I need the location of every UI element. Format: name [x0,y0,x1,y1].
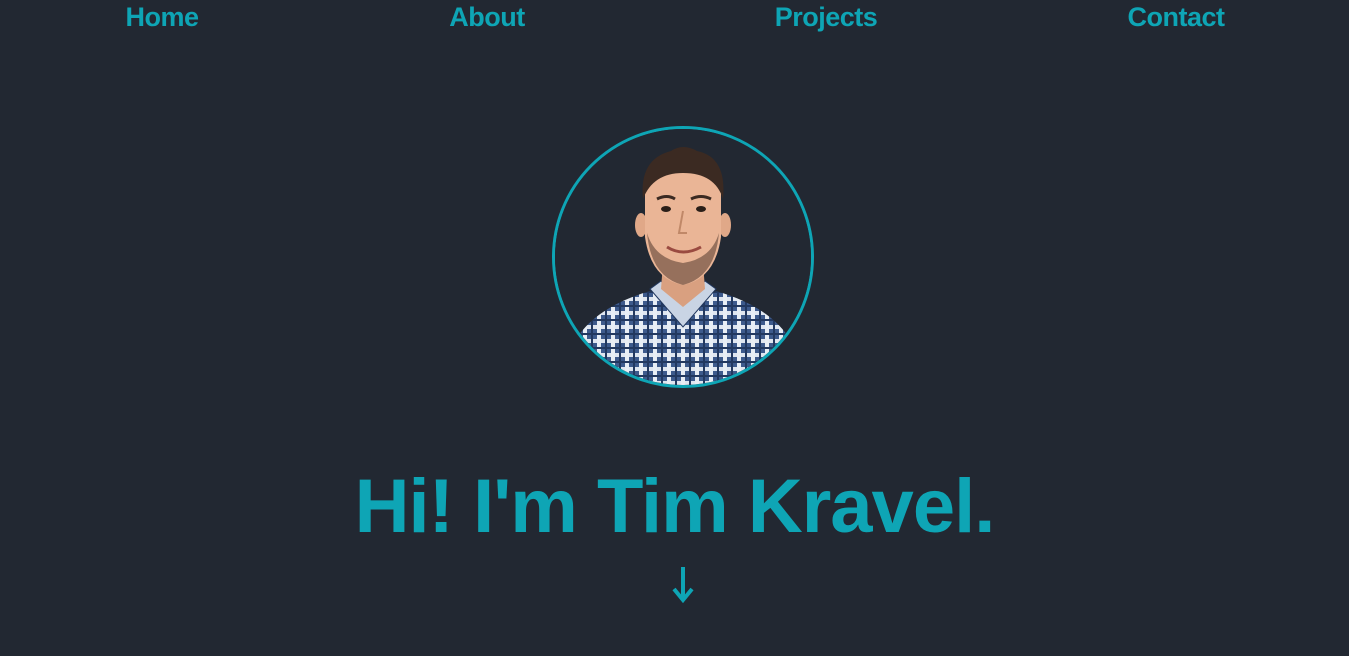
nav-link-contact[interactable]: Contact [1128,2,1226,33]
arrow-down-icon[interactable] [671,565,695,604]
profile-photo [552,126,814,388]
nav-link-home[interactable]: Home [125,2,199,33]
hero-title: Hi! I'm Tim Kravel. [354,464,996,549]
nav-link-about[interactable]: About [449,2,525,33]
nav-link-projects[interactable]: Projects [775,2,878,33]
